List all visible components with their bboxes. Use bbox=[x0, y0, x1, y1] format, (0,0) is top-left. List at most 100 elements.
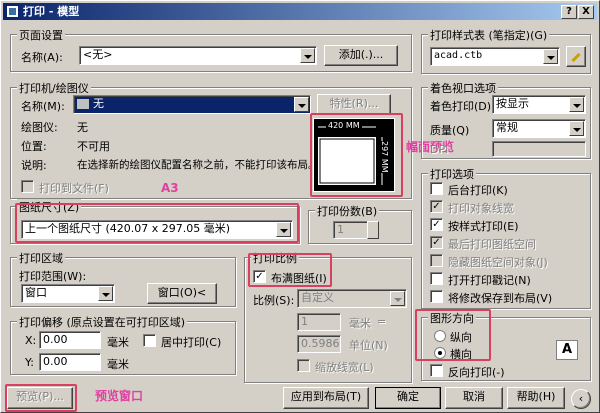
chevron-down-icon bbox=[569, 97, 584, 112]
help-title-button[interactable]: ? bbox=[561, 5, 577, 19]
shaded-viewport-legend: 着色视口选项 bbox=[428, 80, 498, 96]
page-setup-legend: 页面设置 bbox=[17, 27, 65, 43]
copies-value: 1 bbox=[337, 223, 344, 236]
chevron-down-icon bbox=[569, 121, 584, 136]
dpi-label: DPI bbox=[430, 143, 449, 156]
cancel-button[interactable]: 取消 bbox=[445, 387, 503, 409]
chevron-down-icon bbox=[98, 286, 113, 301]
plot-stamp-checkbox[interactable] bbox=[430, 272, 443, 285]
offset-y-input[interactable]: 0.00 bbox=[39, 353, 101, 371]
print-range-label: 打印范围(W): bbox=[19, 270, 87, 283]
location-value: 不可用 bbox=[77, 140, 110, 153]
shade-plot-label: 着色打印(D) bbox=[430, 100, 492, 113]
offset-y-label: Y: bbox=[25, 356, 34, 369]
quality-select[interactable]: 常规 bbox=[492, 119, 586, 138]
properties-button[interactable]: 特性(R)... bbox=[317, 94, 391, 115]
close-button[interactable]: X bbox=[578, 5, 594, 19]
scale-value-2[interactable]: 0.5986 bbox=[297, 335, 341, 353]
offset-x-input[interactable]: 0.00 bbox=[39, 331, 101, 349]
printer-name-select[interactable]: 无 bbox=[73, 95, 311, 114]
quality-label: 质量(Q) bbox=[430, 124, 470, 137]
print-to-file-checkbox[interactable] bbox=[21, 180, 34, 193]
print-offset-group: 打印偏移 (原点设置在可打印区域) X: 0.00 毫米 居中打印(C) Y: … bbox=[10, 314, 236, 375]
scale-value-2-text: 0.5986 bbox=[301, 337, 340, 350]
hide-paperspace-objects-label: 隐藏图纸空间对象(J) bbox=[448, 256, 548, 269]
help-button[interactable]: 帮助(H) bbox=[507, 387, 565, 409]
scale-highlight bbox=[248, 253, 332, 287]
plot-paperspace-last-label: 最后打印图纸空间 bbox=[448, 238, 536, 251]
hide-paperspace-objects-checkbox[interactable] bbox=[430, 254, 443, 267]
equals-label: = bbox=[377, 315, 387, 328]
plot-lineweights-checkbox[interactable]: ✓ bbox=[430, 200, 443, 213]
print-area-group: 打印区域 打印范围(W): 窗口 窗口(O)< bbox=[10, 250, 236, 307]
copies-legend: 打印份数(B) bbox=[315, 203, 380, 219]
scale-unit-1: 毫米 bbox=[349, 317, 371, 330]
chevron-left-icon: ‹ bbox=[578, 392, 584, 405]
center-plot-checkbox[interactable] bbox=[143, 334, 156, 347]
page-setup-name-value: <无> bbox=[83, 48, 113, 61]
add-page-setup-button[interactable]: 添加(.)... bbox=[324, 45, 398, 66]
print-range-value: 窗口 bbox=[25, 286, 47, 299]
chevron-down-icon bbox=[543, 49, 558, 64]
shade-plot-select[interactable]: 按显示 bbox=[492, 95, 586, 114]
plot-options-group: 打印选项 后台打印(K) ✓ 打印对象线宽 ✓ 按样式打印(E) ✓ 最后打印图… bbox=[421, 166, 591, 309]
description-label: 说明: bbox=[21, 159, 47, 172]
scale-ratio-select[interactable]: 自定义 bbox=[297, 289, 407, 308]
page-setup-name-label: 名称(A): bbox=[21, 51, 63, 64]
plotter-label: 绘图仪: bbox=[21, 121, 58, 134]
scale-lineweights-checkbox[interactable] bbox=[297, 359, 310, 372]
print-dialog: 打印 - 模型 ? X 页面设置 名称(A): <无> 添加(.)... 打印机… bbox=[0, 0, 600, 413]
plotter-value: 无 bbox=[77, 121, 88, 134]
collapse-options-button[interactable]: ‹ bbox=[571, 389, 591, 409]
plot-with-styles-checkbox[interactable]: ✓ bbox=[430, 218, 443, 231]
edit-plot-style-button[interactable] bbox=[566, 46, 586, 67]
offset-x-unit: 毫米 bbox=[107, 336, 129, 349]
offset-y-unit: 毫米 bbox=[107, 358, 129, 371]
orientation-highlight bbox=[415, 309, 491, 361]
plot-style-select[interactable]: acad.ctb bbox=[430, 47, 560, 66]
title-bar: 打印 - 模型 ? X bbox=[3, 3, 597, 20]
page-setup-name-select[interactable]: <无> bbox=[79, 46, 317, 65]
offset-y-value: 0.00 bbox=[43, 355, 68, 368]
plot-paperspace-last-checkbox[interactable]: ✓ bbox=[430, 236, 443, 249]
printer-name-label: 名称(M): bbox=[21, 100, 65, 113]
scale-lineweights-label: 缩放线宽(L) bbox=[315, 361, 374, 374]
dpi-input[interactable] bbox=[492, 141, 586, 157]
scale-value-1[interactable]: 1 bbox=[297, 313, 341, 331]
plot-with-styles-label: 按样式打印(E) bbox=[448, 220, 519, 233]
printer-legend: 打印机/绘图仪 bbox=[17, 80, 91, 96]
print-to-file-label: 打印到文件(F) bbox=[39, 182, 109, 195]
scale-value-1-text: 1 bbox=[301, 315, 308, 328]
offset-x-value: 0.00 bbox=[43, 333, 68, 346]
paper-size-highlight bbox=[15, 203, 299, 243]
save-changes-checkbox[interactable] bbox=[430, 290, 443, 303]
plot-style-table-legend: 打印样式表 (笔指定)(G) bbox=[428, 27, 550, 43]
ok-button[interactable]: 确定 bbox=[375, 387, 441, 409]
preview-window-annotation: 预览窗口 bbox=[95, 389, 144, 403]
plot-style-value: acad.ctb bbox=[434, 50, 483, 61]
scale-unit-2: 单位(N) bbox=[349, 339, 388, 352]
scale-ratio-label: 比例(S): bbox=[253, 294, 295, 307]
pencil-icon bbox=[571, 52, 581, 63]
copies-spinner[interactable] bbox=[367, 221, 379, 239]
a3-annotation: A3 bbox=[161, 181, 179, 195]
reverse-plot-checkbox[interactable] bbox=[430, 364, 443, 377]
offset-x-label: X: bbox=[25, 334, 37, 347]
window-select-button[interactable]: 窗口(O)< bbox=[147, 283, 217, 304]
center-plot-label: 居中打印(C) bbox=[161, 336, 222, 349]
plot-stamp-label: 打开打印戳记(N) bbox=[448, 274, 531, 287]
background-plot-checkbox[interactable] bbox=[430, 182, 443, 195]
shade-plot-value: 按显示 bbox=[496, 97, 529, 110]
chevron-down-icon bbox=[294, 97, 309, 112]
description-value: 在选择新的绘图仪配置名称之前，不能打印该布局。 bbox=[77, 159, 319, 171]
print-offset-legend: 打印偏移 (原点设置在可打印区域) bbox=[17, 314, 188, 330]
shaded-viewport-group: 着色视口选项 着色打印(D) 按显示 质量(Q) 常规 DPI bbox=[421, 80, 591, 159]
chevron-down-icon bbox=[390, 291, 405, 306]
app-icon bbox=[6, 5, 19, 18]
background-plot-label: 后台打印(K) bbox=[448, 184, 508, 197]
page-setup-group: 页面设置 名称(A): <无> 添加(.)... bbox=[10, 27, 412, 72]
apply-to-layout-button[interactable]: 应用到布局(T) bbox=[283, 387, 369, 409]
print-range-select[interactable]: 窗口 bbox=[21, 284, 115, 303]
plot-options-legend: 打印选项 bbox=[428, 166, 476, 182]
location-label: 位置: bbox=[21, 140, 47, 153]
